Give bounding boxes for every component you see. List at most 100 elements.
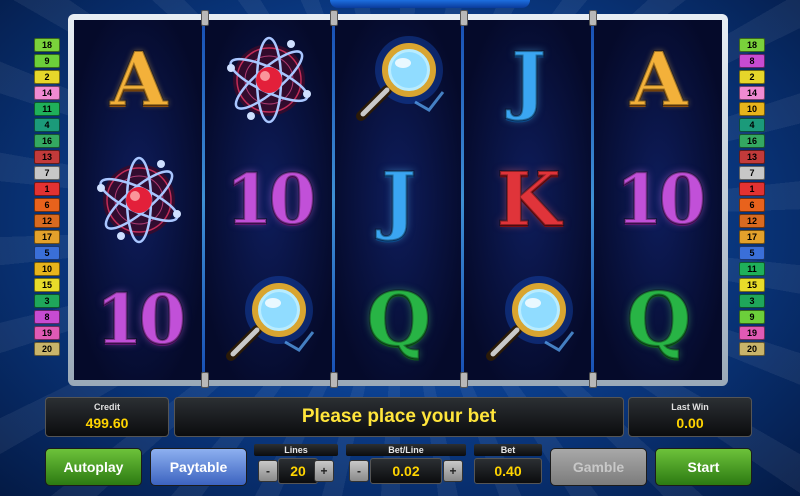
- line-indicator-right: 8: [739, 54, 765, 68]
- separator-pin: [459, 372, 468, 388]
- line-indicator-left: 7: [34, 166, 60, 180]
- reel-separator: [461, 20, 465, 380]
- gamble-button[interactable]: Gamble: [550, 448, 647, 486]
- line-indicator-left: 5: [34, 246, 60, 260]
- last-win-panel: Last Win 0.00: [628, 397, 752, 437]
- reel-2: 10: [202, 20, 332, 380]
- line-indicator-right: 17: [739, 230, 765, 244]
- line-indicator-right: 13: [739, 150, 765, 164]
- symbol-k: K: [464, 140, 594, 260]
- magnifying-glass-symbol-icon: [464, 260, 594, 380]
- separator-pin: [200, 372, 209, 388]
- separator-pin: [589, 372, 598, 388]
- line-indicator-right: 16: [739, 134, 765, 148]
- betline-value: 0.02: [370, 458, 442, 484]
- symbol-q: Q: [334, 260, 464, 380]
- paytable-button[interactable]: Paytable: [150, 448, 247, 486]
- line-indicator-right: 9: [739, 310, 765, 324]
- separator-pin: [330, 10, 339, 26]
- line-indicator-left: 8: [34, 310, 60, 324]
- symbol-10: 10: [594, 140, 724, 260]
- line-indicator-left: 6: [34, 198, 60, 212]
- symbol-letter: 10: [224, 160, 317, 240]
- lines-increase-button[interactable]: +: [314, 460, 334, 482]
- start-button[interactable]: Start: [655, 448, 752, 486]
- line-indicator-left: 10: [34, 262, 60, 276]
- line-indicator-right: 5: [739, 246, 765, 260]
- line-indicator-left: 1: [34, 182, 60, 196]
- left-line-indicators: 18 9 2 14 11 4 16 13 7 1 6 12 17 5 10 15 3 8 19 20: [34, 38, 60, 358]
- reel-separator: [202, 20, 206, 380]
- line-indicator-right: 15: [739, 278, 765, 292]
- symbol-a: A: [74, 20, 204, 140]
- line-indicator-right: 7: [739, 166, 765, 180]
- separator-pin: [589, 10, 598, 26]
- line-indicator-right: 2: [739, 70, 765, 84]
- reel-1: A 10: [74, 20, 202, 380]
- line-indicator-left: 16: [34, 134, 60, 148]
- separator-pin: [330, 372, 339, 388]
- game-logo-strip: [330, 0, 530, 8]
- symbol-letter: Q: [366, 277, 432, 363]
- atom-symbol-icon: [74, 140, 204, 260]
- status-message: Please place your bet: [174, 397, 624, 437]
- betline-label: Bet/Line: [346, 444, 466, 456]
- line-indicator-left: 13: [34, 150, 60, 164]
- symbol-letter: J: [510, 37, 547, 123]
- symbol-letter: Q: [626, 277, 692, 363]
- symbol-letter: 10: [614, 160, 707, 240]
- separator-pin: [200, 10, 209, 26]
- symbol-j: J: [464, 20, 594, 140]
- line-indicator-right: 19: [739, 326, 765, 340]
- line-indicator-right: 11: [739, 262, 765, 276]
- credit-value: 499.60: [85, 415, 129, 431]
- bet-label: Bet: [474, 444, 542, 456]
- credit-panel: Credit 499.60: [45, 397, 169, 437]
- symbol-j: J: [334, 140, 464, 260]
- line-indicator-left: 14: [34, 86, 60, 100]
- line-indicator-right: 12: [739, 214, 765, 228]
- line-indicator-left: 9: [34, 54, 60, 68]
- symbol-10: 10: [74, 260, 204, 380]
- line-indicator-left: 11: [34, 102, 60, 116]
- betline-increase-button[interactable]: +: [443, 460, 463, 482]
- line-indicator-right: 14: [739, 86, 765, 100]
- line-indicator-left: 20: [34, 342, 60, 356]
- lines-decrease-button[interactable]: -: [258, 460, 278, 482]
- lines-label: Lines: [254, 444, 338, 456]
- symbol-letter: A: [629, 37, 688, 123]
- line-indicator-right: 6: [739, 198, 765, 212]
- bet-value: 0.40: [474, 458, 542, 484]
- line-indicator-left: 2: [34, 70, 60, 84]
- symbol-letter: A: [109, 37, 168, 123]
- last-win-label: Last Win: [671, 402, 709, 412]
- betline-decrease-button[interactable]: -: [349, 460, 369, 482]
- symbol-a: A: [594, 20, 724, 140]
- right-line-indicators: 18 8 2 14 10 4 16 13 7 1 6 12 17 5 11 15 3 9 19 20: [739, 38, 765, 358]
- reel-4: JK: [462, 20, 592, 380]
- line-indicator-left: 15: [34, 278, 60, 292]
- autoplay-button[interactable]: Autoplay: [45, 448, 142, 486]
- symbol-letter: J: [380, 157, 417, 243]
- line-indicator-right: 1: [739, 182, 765, 196]
- symbol-10: 10: [204, 140, 334, 260]
- separator-pin: [459, 10, 468, 26]
- symbol-letter: 10: [94, 280, 187, 360]
- line-indicator-right: 10: [739, 102, 765, 116]
- line-indicator-right: 3: [739, 294, 765, 308]
- reel-5: A 10 Q: [592, 20, 722, 380]
- credit-label: Credit: [93, 402, 120, 412]
- line-indicator-right: 20: [739, 342, 765, 356]
- reels-area: A 10 10 J Q J K A 10 Q: [74, 20, 722, 380]
- magnifying-glass-symbol-icon: [334, 20, 464, 140]
- line-indicator-left: 18: [34, 38, 60, 52]
- last-win-value: 0.00: [676, 415, 704, 431]
- line-indicator-left: 3: [34, 294, 60, 308]
- magnifying-glass-symbol-icon: [204, 260, 334, 380]
- atom-symbol-icon: [204, 20, 334, 140]
- symbol-letter: K: [496, 157, 562, 243]
- line-indicator-left: 19: [34, 326, 60, 340]
- line-indicator-right: 18: [739, 38, 765, 52]
- line-indicator-right: 4: [739, 118, 765, 132]
- reel-separator: [590, 20, 594, 380]
